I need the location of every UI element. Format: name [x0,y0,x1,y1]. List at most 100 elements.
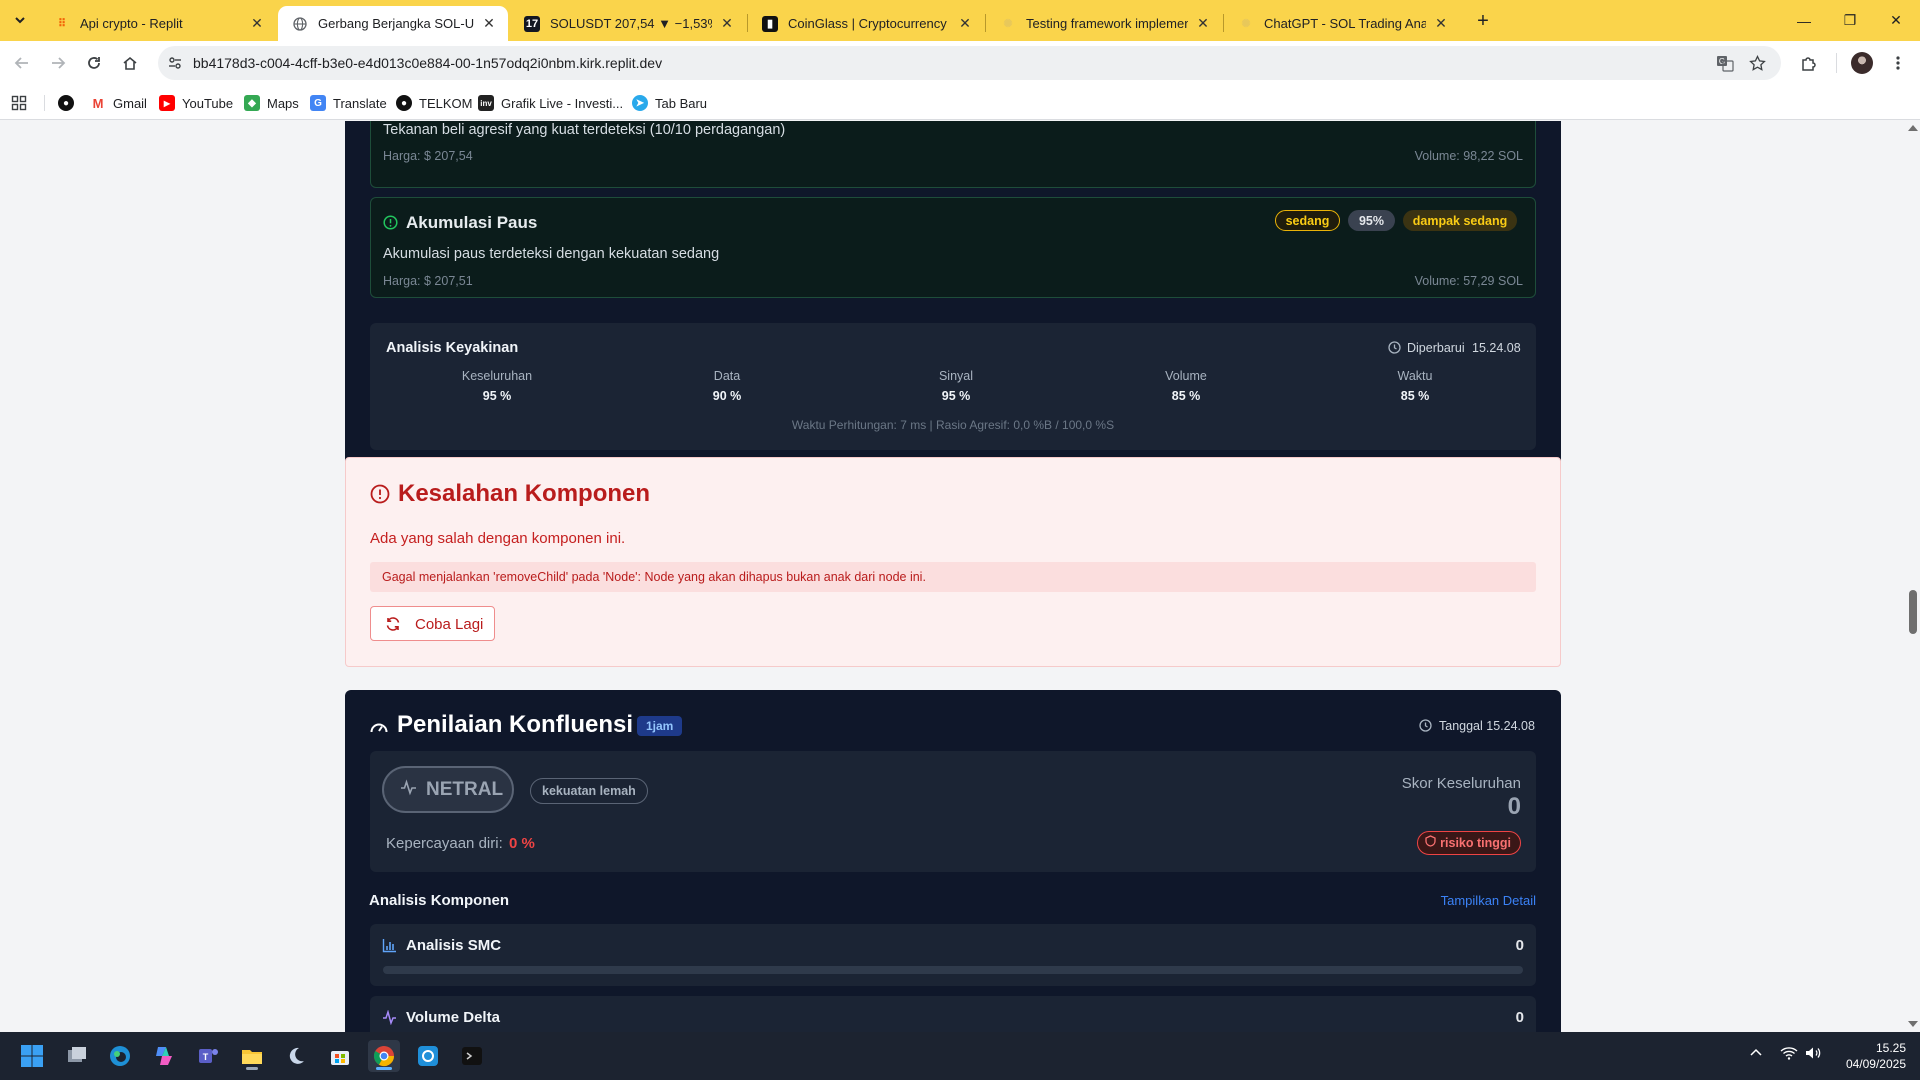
site-info-icon[interactable] [165,53,185,73]
address-bar[interactable]: bb4178d3-c004-4cff-b3e0-e4d013c0e884-00-… [158,46,1781,80]
tab-coinglass[interactable]: ▮ CoinGlass | Cryptocurrency Der ✕ [748,6,984,41]
metric-value: 95 % [941,389,971,403]
taskbar-store[interactable] [324,1040,356,1072]
metric-label: Volume [1165,369,1207,383]
home-button[interactable] [116,49,144,77]
forward-button[interactable] [44,49,72,77]
component-card-smc[interactable]: Analisis SMC 0 [370,924,1536,986]
risk-badge: risiko tinggi [1417,831,1521,855]
moon-icon [289,1047,304,1064]
component-name: Analisis SMC [406,937,502,954]
puzzle-icon [1802,57,1816,71]
close-icon[interactable]: ✕ [480,15,498,33]
bookmark-star-icon[interactable] [1747,53,1767,73]
error-message: Ada yang salah dengan komponen ini. [370,530,626,547]
bookmark-github[interactable]: ● [58,93,81,113]
signal-description: Akumulasi paus terdeteksi dengan kekuata… [383,246,720,262]
chevron-down-icon [15,17,25,24]
bookmark-maps[interactable]: ◆ Maps [244,93,299,113]
tab-testing-framework[interactable]: ✺ Testing framework implementat ✕ [986,6,1222,41]
confluence-date: Tanggal 15.24.08 [1439,719,1535,733]
menu-button[interactable] [1884,49,1912,77]
show-hidden-icons[interactable] [1749,1046,1763,1063]
bookmark-divider [44,95,45,111]
bookmark-tab-baru[interactable]: ➤ Tab Baru [632,93,707,113]
calculation-footer: Waktu Perhitungan: 7 ms | Rasio Agresif:… [791,418,1115,432]
retry-button[interactable]: Coba Lagi [370,606,495,641]
tab-title: Gerbang Berjangka SOL-USDT- [318,16,474,31]
svg-text:T: T [203,1052,209,1062]
component-card-volume-delta[interactable]: Volume Delta 0 [370,996,1536,1032]
bookmark-translate[interactable]: G Translate [310,93,387,113]
close-icon[interactable]: ✕ [718,15,736,33]
url-text[interactable]: bb4178d3-c004-4cff-b3e0-e4d013c0e884-00-… [193,55,662,71]
wifi-icon[interactable] [1780,1046,1798,1063]
show-details-link[interactable]: Tampilkan Detail [1441,893,1536,908]
signal-price: Harga: $ 207,54 [383,149,473,163]
apps-button[interactable] [11,93,27,113]
taskbar-app-dark[interactable] [456,1040,488,1072]
arrow-right-icon [52,57,66,69]
bookmark-telkom[interactable]: ● TELKOM [396,93,472,113]
scroll-down-icon[interactable] [1908,1021,1918,1027]
error-title: Kesalahan Komponen [398,480,651,507]
taskbar-weather[interactable] [280,1040,312,1072]
translate-icon[interactable]: G [1715,53,1735,73]
taskbar-teams[interactable]: T [192,1040,224,1072]
taskbar-file-explorer[interactable] [236,1040,268,1072]
signal-pill: NETRAL [382,766,514,813]
metric-value: 95 % [482,389,512,403]
profile-avatar[interactable] [1851,52,1873,74]
window-close-button[interactable]: ✕ [1873,0,1919,41]
taskbar-edge[interactable] [104,1040,136,1072]
refresh-icon [385,616,401,636]
metric-value: 85 % [1171,389,1201,403]
extensions-button[interactable] [1795,49,1823,77]
bookmark-investing[interactable]: inv Grafik Live - Investi... [478,93,623,113]
bookmark-gmail[interactable]: M Gmail [90,93,147,113]
taskbar-chrome[interactable] [368,1040,400,1072]
confluence-score-box: NETRAL kekuatan lemah Skor Keseluruhan 0… [370,751,1536,872]
bookmark-label: YouTube [182,95,234,111]
restore-button[interactable]: ❐ [1827,0,1873,41]
back-button[interactable] [8,49,36,77]
activity-icon [382,1009,397,1030]
confidence-analysis-box: Analisis Keyakinan Diperbarui 15.24.08 K… [370,323,1536,450]
tab-chatgpt-sol[interactable]: ✺ ChatGPT - SOL Trading Analyst ✕ [1224,6,1460,41]
scroll-thumb[interactable] [1909,590,1917,634]
reload-button[interactable] [80,49,108,77]
components-title: Analisis Komponen [369,892,510,909]
apps-grid-icon [11,95,27,111]
tab-api-crypto[interactable]: ⠿ Api crypto - Replit ✕ [40,6,276,41]
minimize-button[interactable]: — [1781,0,1827,41]
metric-value: 85 % [1400,389,1430,403]
overall-score: 0 [1507,793,1521,820]
signal-volume: Volume: 57,29 SOL [1414,274,1523,288]
confidence-label: Kepercayaan diri: [386,835,503,852]
tab-gerbang-berjangka[interactable]: Gerbang Berjangka SOL-USDT- ✕ [278,6,508,41]
toolbar-divider [1836,53,1837,73]
start-button[interactable] [16,1040,48,1072]
scroll-up-icon[interactable] [1908,125,1918,131]
task-view-button[interactable] [61,1040,93,1072]
taskbar-app-blue[interactable] [412,1040,444,1072]
page-scrollbar[interactable] [1905,121,1920,1032]
bookmark-label: Translate [333,95,387,111]
shield-icon [1425,834,1436,852]
telegram-icon: ➤ [632,95,648,111]
clock[interactable]: 15.25 04/09/2025 [1836,1040,1906,1072]
taskbar-copilot[interactable] [148,1040,180,1072]
badge-confidence: 95% [1348,210,1395,231]
translate-icon: G [310,95,326,111]
tab-search-button[interactable] [8,8,32,32]
bookmark-youtube[interactable]: ▶ YouTube [159,93,233,113]
close-icon[interactable]: ✕ [956,15,974,33]
volume-icon[interactable] [1805,1046,1822,1063]
chevron-up-icon [1750,1048,1762,1056]
close-icon[interactable]: ✕ [1194,15,1212,33]
tab-tradingview[interactable]: 17 SOLUSDT 207,54 ▼ −1,53% RC ✕ [510,6,746,41]
close-icon[interactable]: ✕ [248,15,266,33]
close-icon[interactable]: ✕ [1432,15,1450,33]
retry-label: Coba Lagi [415,616,484,633]
new-tab-button[interactable]: + [1470,8,1496,34]
